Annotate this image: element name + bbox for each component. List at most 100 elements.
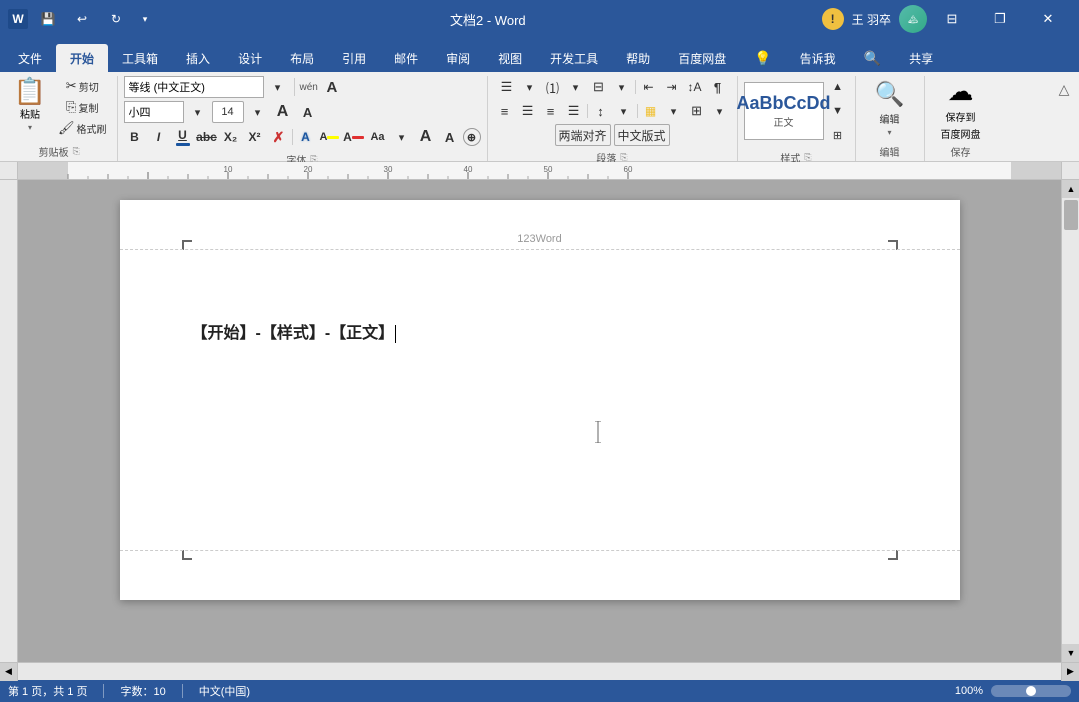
- grow-text-button[interactable]: A: [415, 127, 437, 147]
- font-size-dropdown2[interactable]: ▾: [247, 101, 269, 123]
- tab-view[interactable]: 视图: [484, 44, 536, 72]
- tab-tell-me-icon[interactable]: 💡: [740, 44, 785, 72]
- tab-layout[interactable]: 布局: [276, 44, 328, 72]
- text-highlight-button[interactable]: A: [319, 127, 341, 147]
- subscript-button[interactable]: X₂: [220, 127, 242, 147]
- tab-references[interactable]: 引用: [328, 44, 380, 72]
- customize-quick-btn[interactable]: ▾: [136, 7, 154, 31]
- tab-help[interactable]: 帮助: [612, 44, 664, 72]
- shrink-text-button[interactable]: A: [439, 127, 461, 147]
- border-dropdown[interactable]: ▾: [709, 100, 731, 122]
- superscript-button[interactable]: X²: [244, 127, 266, 147]
- warning-icon[interactable]: !: [822, 8, 844, 30]
- shading-btn[interactable]: ▦: [640, 100, 662, 122]
- clipboard-expand[interactable]: ⎘: [73, 146, 80, 157]
- font-color-button[interactable]: A: [343, 127, 365, 147]
- h-scroll-track[interactable]: [18, 663, 1061, 680]
- para-row3: 两端对齐 中文版式: [555, 124, 670, 146]
- underline-button[interactable]: U: [172, 127, 194, 147]
- styles-gallery[interactable]: AaBbCcDd 正文: [744, 82, 824, 140]
- shading-dropdown[interactable]: ▾: [663, 100, 685, 122]
- tab-developer[interactable]: 开发工具: [536, 44, 612, 72]
- styles-expand[interactable]: ⊞: [827, 124, 849, 146]
- tab-tools[interactable]: 工具箱: [108, 44, 172, 72]
- h-scroll-right-btn[interactable]: ▶: [1061, 663, 1079, 681]
- font-shrink-btn[interactable]: A: [297, 101, 319, 123]
- border-btn[interactable]: ⊞: [686, 100, 708, 122]
- paste-button[interactable]: 📋 粘贴 ▾: [8, 76, 52, 134]
- doc-main[interactable]: 123Word 【开始】-【样式】-【正文】: [18, 180, 1061, 662]
- bullet-list-btn[interactable]: ☰: [496, 76, 518, 98]
- tab-baidu[interactable]: 百度网盘: [664, 44, 740, 72]
- redo-quick-btn[interactable]: ↻: [102, 7, 130, 31]
- copy-button[interactable]: ⎘ 复制: [54, 97, 111, 117]
- text-effect-button[interactable]: A: [295, 127, 317, 147]
- clear-format-button[interactable]: ✗: [268, 127, 290, 147]
- justify-btn[interactable]: ☰: [563, 100, 585, 122]
- phonetic-button[interactable]: ⊕: [463, 128, 481, 146]
- char-spacing-button[interactable]: Aa: [367, 127, 389, 147]
- editing-button[interactable]: 🔍 编辑 ▾: [862, 79, 918, 137]
- italic-button[interactable]: I: [148, 127, 170, 147]
- scroll-up-btn[interactable]: ▲: [1062, 180, 1079, 198]
- save-quick-btn[interactable]: 💾: [34, 7, 62, 31]
- maximize-button[interactable]: ❐: [977, 0, 1023, 38]
- tab-design[interactable]: 设计: [224, 44, 276, 72]
- bullet-dropdown[interactable]: ▾: [519, 76, 541, 98]
- tab-search-icon[interactable]: 🔍: [850, 44, 895, 72]
- user-avatar[interactable]: 🏔: [899, 5, 927, 33]
- tab-share[interactable]: 共享: [895, 44, 947, 72]
- doc-header[interactable]: 123Word: [120, 200, 960, 250]
- align-left-btn[interactable]: ≡: [494, 100, 516, 122]
- styles-scroll-down[interactable]: ▼: [827, 100, 849, 122]
- tab-file[interactable]: 文件: [4, 44, 56, 72]
- outline-list-btn[interactable]: ⊟: [588, 76, 610, 98]
- decrease-indent-btn[interactable]: ⇤: [638, 76, 660, 98]
- char-spacing-dropdown[interactable]: ▾: [391, 126, 413, 148]
- svg-text:10: 10: [224, 165, 233, 174]
- close-button[interactable]: ✕: [1025, 0, 1071, 38]
- align-center-btn[interactable]: ☰: [517, 100, 539, 122]
- font-name-input[interactable]: [124, 76, 264, 98]
- cn-align2-btn[interactable]: 中文版式: [614, 124, 670, 146]
- cn-align1-btn[interactable]: 两端对齐: [555, 124, 611, 146]
- tab-mailings[interactable]: 邮件: [380, 44, 432, 72]
- tab-insert[interactable]: 插入: [172, 44, 224, 72]
- doc-content[interactable]: 【开始】-【样式】-【正文】: [192, 260, 888, 349]
- tab-home[interactable]: 开始: [56, 44, 108, 72]
- h-scroll-left-btn[interactable]: ◀: [0, 663, 18, 681]
- font-size-input[interactable]: [124, 101, 184, 123]
- bold-button[interactable]: B: [124, 127, 146, 147]
- minimize-button[interactable]: ⊟: [929, 0, 975, 38]
- show-marks-btn[interactable]: ¶: [707, 76, 729, 98]
- format-painter-button[interactable]: 🖌 格式刷: [54, 118, 111, 138]
- scroll-thumb[interactable]: [1064, 200, 1078, 230]
- doc-content-line[interactable]: 【开始】-【样式】-【正文】: [192, 320, 888, 349]
- ribbon-collapse-btn[interactable]: △: [1053, 78, 1075, 100]
- tab-review[interactable]: 审阅: [432, 44, 484, 72]
- cut-button[interactable]: ✂ 剪切: [54, 76, 111, 96]
- zoom-slider[interactable]: [991, 685, 1071, 697]
- styles-scroll-up[interactable]: ▲: [827, 76, 849, 98]
- scroll-track[interactable]: [1062, 198, 1079, 644]
- save-baidu-button[interactable]: ☁ 保存到 百度网盘: [931, 79, 991, 137]
- number-list-btn[interactable]: ⑴: [542, 76, 564, 98]
- doc-page[interactable]: 123Word 【开始】-【样式】-【正文】: [120, 200, 960, 600]
- strikethrough-button[interactable]: abc: [196, 127, 218, 147]
- increase-indent-btn[interactable]: ⇥: [661, 76, 683, 98]
- font-size-dropdown[interactable]: ▾: [187, 101, 209, 123]
- font-wubi[interactable]: A: [321, 76, 343, 98]
- align-right-btn[interactable]: ≡: [540, 100, 562, 122]
- line-spacing-dropdown[interactable]: ▾: [613, 100, 635, 122]
- font-grow-btn[interactable]: A: [272, 101, 294, 123]
- line-spacing-btn[interactable]: ↕: [590, 100, 612, 122]
- tab-tell-me[interactable]: 告诉我: [786, 44, 850, 72]
- font-size-num-input[interactable]: 14: [212, 101, 244, 123]
- save-group: ☁ 保存到 百度网盘 保存: [927, 76, 997, 161]
- number-dropdown[interactable]: ▾: [565, 76, 587, 98]
- sort-btn[interactable]: ↕A: [684, 76, 706, 98]
- scroll-down-btn[interactable]: ▼: [1062, 644, 1079, 662]
- font-name-dropdown[interactable]: ▾: [267, 76, 289, 98]
- outline-dropdown[interactable]: ▾: [611, 76, 633, 98]
- undo-quick-btn[interactable]: ↩: [68, 7, 96, 31]
